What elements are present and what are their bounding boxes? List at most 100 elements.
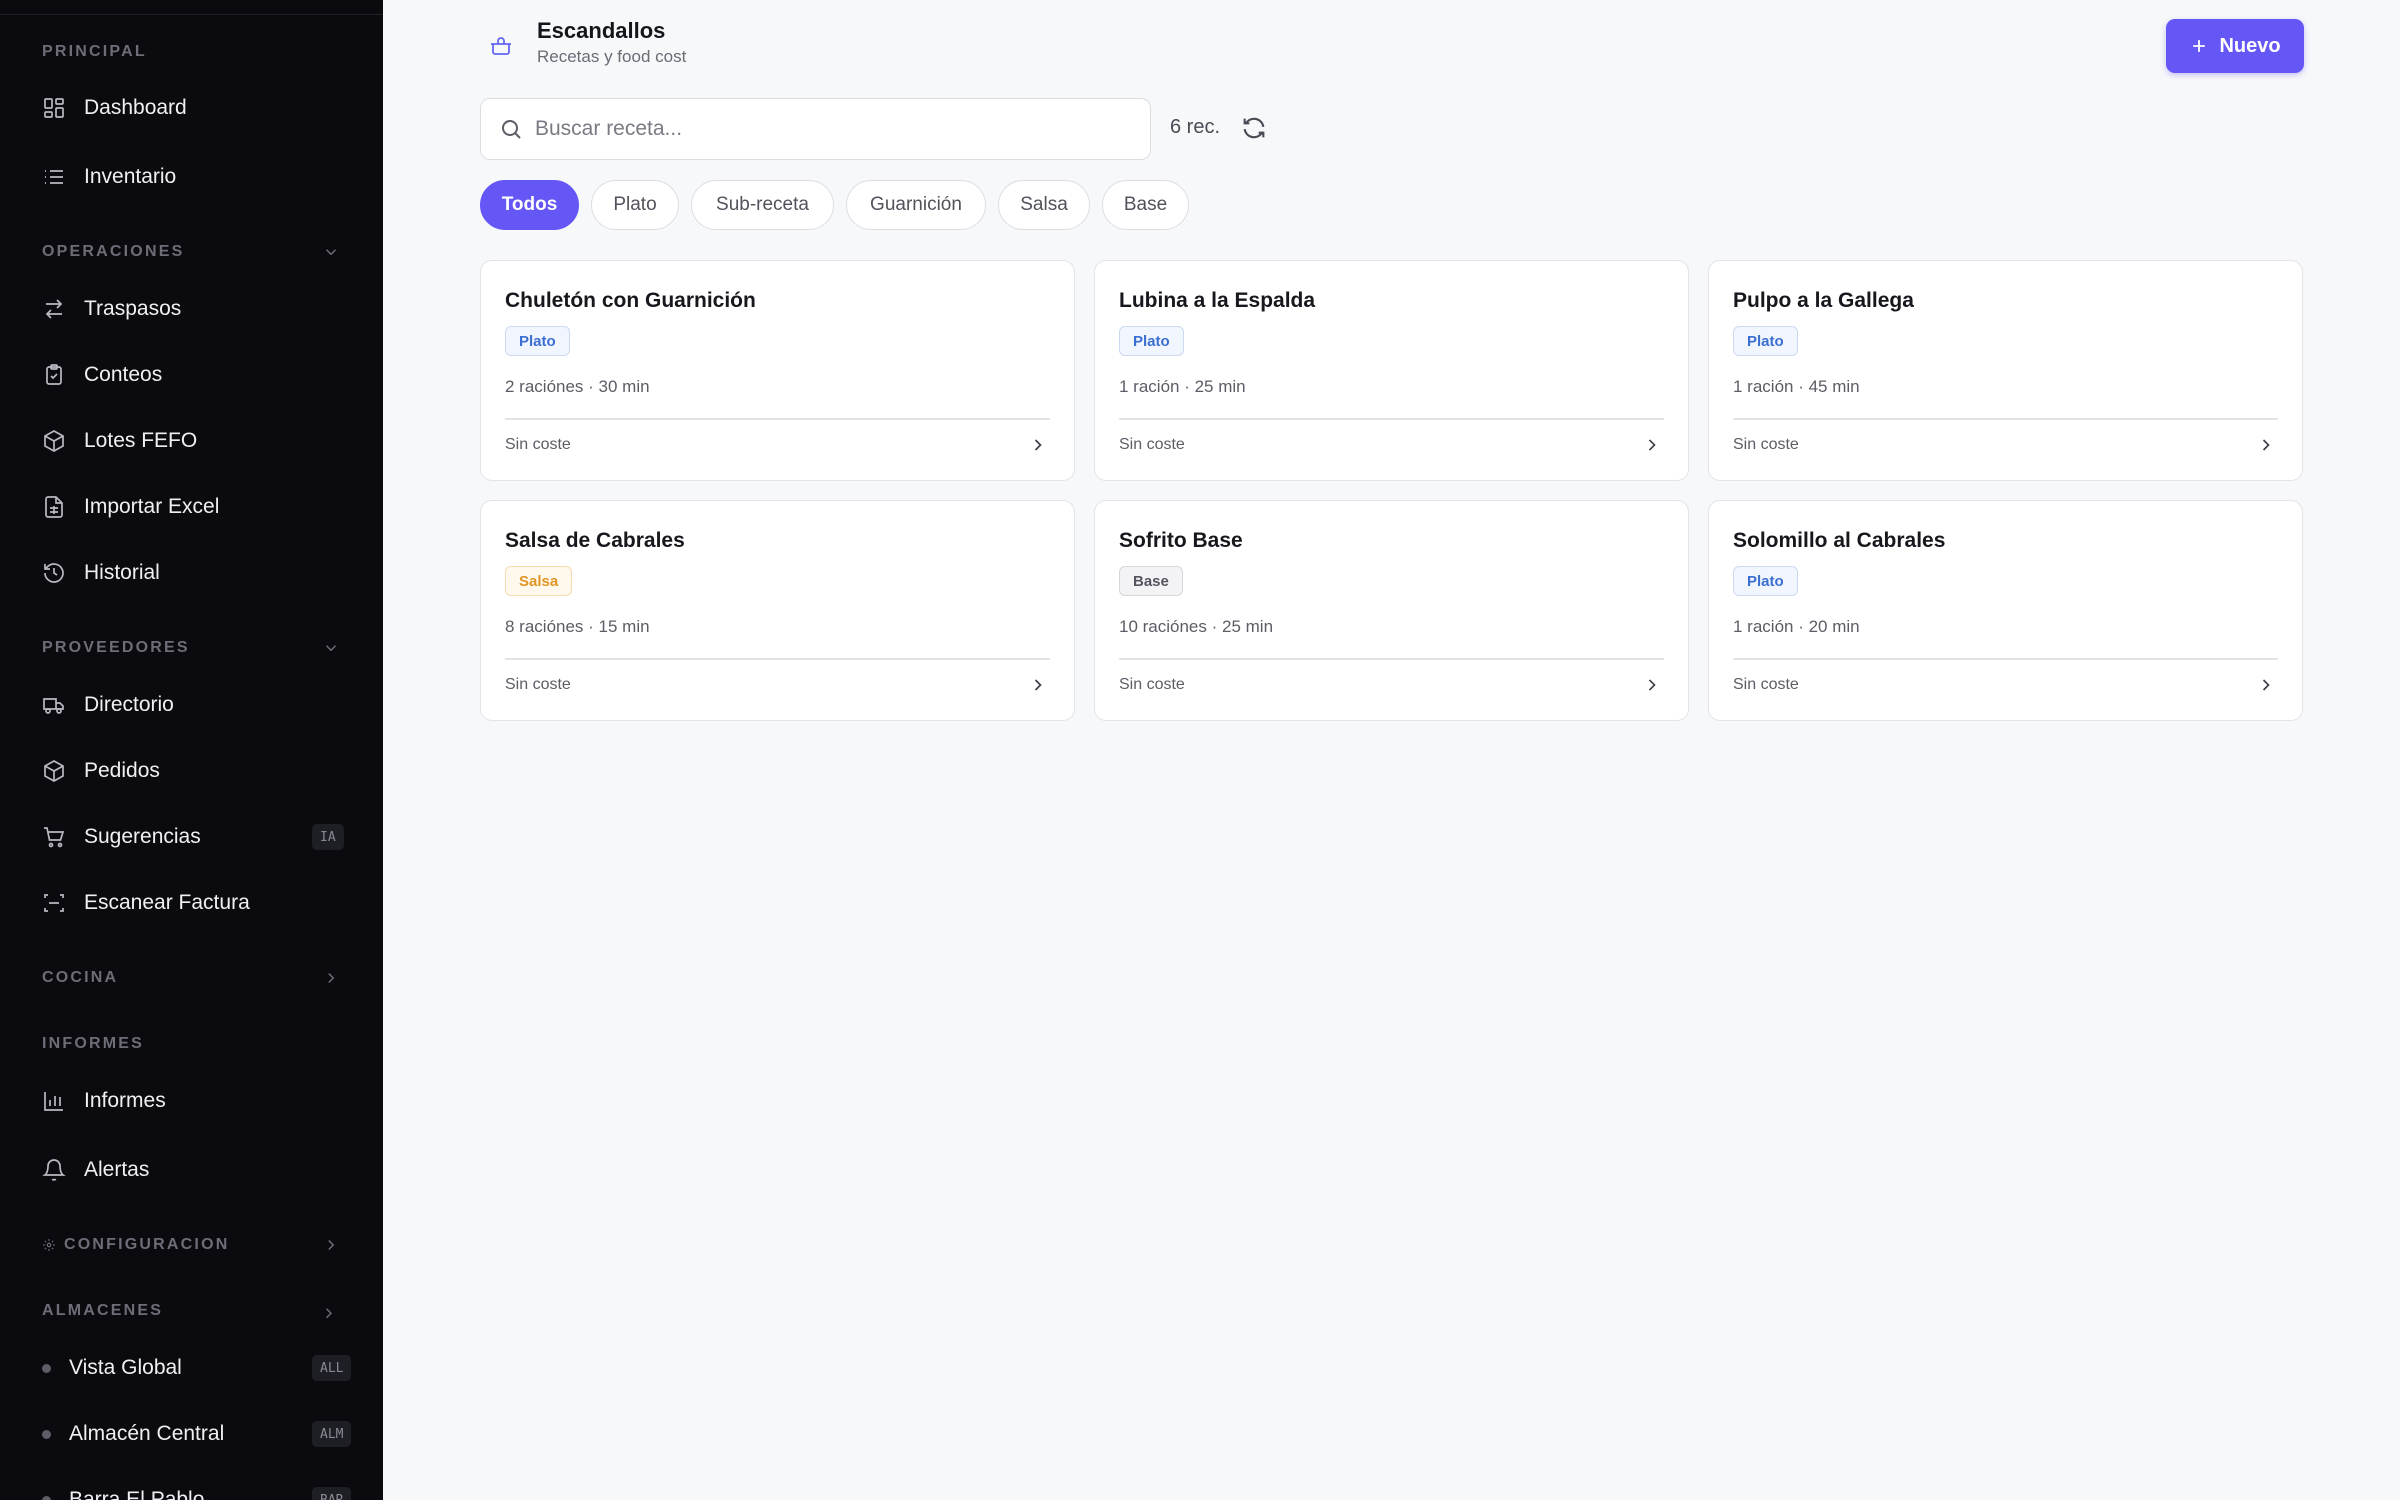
divider [1119, 418, 1664, 420]
list-icon [45, 170, 63, 184]
section-configuracion-label: CONFIGURACION [64, 1236, 230, 1253]
filter-chip-todos[interactable]: Todos [480, 180, 579, 230]
recipe-cost: Sin coste [505, 436, 571, 453]
recipe-type-badge: Plato [1733, 326, 1798, 356]
file-spreadsheet-icon [45, 496, 63, 518]
package-icon [44, 760, 64, 782]
dashboard-icon [44, 98, 64, 118]
warehouse-item[interactable]: Almacén Central ALM [0, 1408, 383, 1460]
sidebar-item-directorio[interactable]: Directorio [0, 679, 383, 731]
warehouse-code: BAR [312, 1487, 352, 1500]
plus-icon [2193, 40, 2206, 52]
warehouse-label: Barra El Pablo [69, 1488, 205, 1500]
warehouse-label: Vista Global [69, 1356, 182, 1379]
sidebar-item-informes[interactable]: Informes [0, 1075, 383, 1127]
status-dot [42, 1363, 51, 1373]
sidebar-item-alertas[interactable]: Alertas [0, 1144, 383, 1196]
truck-icon [43, 698, 64, 714]
divider [505, 658, 1050, 660]
chevron-right-icon [1034, 679, 1042, 691]
section-almacenes[interactable]: ALMACENES [42, 1302, 163, 1320]
recipe-card[interactable]: Salsa de Cabrales Salsa 8 raciónes · 15 … [480, 500, 1075, 721]
sidebar-item-label: Directorio [84, 693, 174, 716]
recipe-card[interactable]: Chuletón con Guarnición Plato 2 raciónes… [480, 260, 1075, 481]
sidebar-item-escanear[interactable]: Escanear Factura [0, 877, 383, 929]
new-button-label: Nuevo [2219, 34, 2281, 57]
section-cocina-label: COCINA [42, 969, 119, 986]
recipe-title: Pulpo a la Gallega [1733, 289, 1914, 312]
recipe-type-badge: Plato [1733, 566, 1798, 596]
recipe-cost: Sin coste [1119, 436, 1185, 453]
bar-chart-icon [44, 1092, 63, 1111]
recipe-type-badge: Base [1119, 566, 1183, 596]
arrows-exchange-icon [45, 299, 63, 319]
refresh-icon[interactable] [1240, 114, 1268, 142]
chevron-right-icon[interactable] [322, 969, 340, 987]
chip-label: Guarnición [870, 194, 962, 215]
chevron-right-icon[interactable] [322, 1236, 340, 1254]
sidebar: PRINCIPAL Dashboard Inventario OPERACION… [0, 0, 383, 1500]
sidebar-item-historial[interactable]: Historial [0, 547, 383, 599]
sidebar-item-label: Conteos [84, 363, 163, 386]
filter-chip-guarnicion[interactable]: Guarnición [846, 180, 986, 230]
recipe-type-badge: Plato [505, 326, 570, 356]
recipe-title: Lubina a la Espalda [1119, 289, 1316, 312]
filter-chip-salsa[interactable]: Salsa [998, 180, 1090, 230]
warehouse-code: ALL [312, 1355, 352, 1381]
recipe-title: Salsa de Cabrales [505, 529, 685, 552]
cooking-pot-icon [491, 37, 511, 55]
chip-label: Salsa [1020, 194, 1068, 215]
section-configuracion[interactable]: CONFIGURACION [42, 1236, 229, 1254]
recipe-card[interactable]: Solomillo al Cabrales Plato 1 ración · 2… [1708, 500, 2303, 721]
recipe-cost: Sin coste [505, 676, 571, 693]
sidebar-item-inventario[interactable]: Inventario [0, 151, 383, 203]
sidebar-item-label: Pedidos [84, 759, 160, 782]
warehouse-label: Almacén Central [69, 1422, 225, 1445]
record-count: 6 rec. [1170, 116, 1221, 138]
sidebar-item-sugerencias[interactable]: Sugerencias IA [0, 811, 383, 863]
divider [1119, 658, 1664, 660]
search-icon [502, 120, 521, 139]
section-cocina[interactable]: COCINA [42, 969, 118, 987]
recipe-card[interactable]: Pulpo a la Gallega Plato 1 ración · 45 m… [1708, 260, 2303, 481]
sidebar-item-conteos[interactable]: Conteos [0, 349, 383, 401]
search-input[interactable] [535, 99, 1136, 159]
status-dot [42, 1495, 51, 1500]
sidebar-item-importar[interactable]: Importar Excel [0, 481, 383, 533]
search-box[interactable] [480, 98, 1151, 160]
sidebar-item-label: Traspasos [84, 297, 182, 320]
sidebar-item-traspasos[interactable]: Traspasos [0, 283, 383, 335]
chevron-right-icon [1034, 439, 1042, 451]
sidebar-item-dashboard[interactable]: Dashboard [0, 82, 383, 134]
recipe-card[interactable]: Sofrito Base Base 10 raciónes · 25 min S… [1094, 500, 1689, 721]
chevron-down-icon[interactable] [322, 1302, 340, 1320]
recipe-card[interactable]: Lubina a la Espalda Plato 1 ración · 25 … [1094, 260, 1689, 481]
recipe-title: Chuletón con Guarnición [505, 289, 756, 312]
warehouse-item[interactable]: Barra El Pablo BAR [0, 1474, 383, 1500]
warehouse-item[interactable]: Vista Global ALL [0, 1342, 383, 1394]
sidebar-item-lotes[interactable]: Lotes FEFO [0, 415, 383, 467]
section-proveedores[interactable]: PROVEEDORES [42, 639, 190, 657]
filter-chip-sub-receta[interactable]: Sub-receta [691, 180, 834, 230]
filter-chip-plato[interactable]: Plato [591, 180, 679, 230]
section-operaciones[interactable]: OPERACIONES [42, 243, 184, 261]
divider [1733, 658, 2278, 660]
sidebar-item-label: Inventario [84, 165, 177, 188]
section-almacenes-label: ALMACENES [42, 1302, 164, 1319]
chevron-down-icon[interactable] [322, 639, 340, 657]
filter-chip-base[interactable]: Base [1102, 180, 1189, 230]
recipe-cost: Sin coste [1733, 436, 1799, 453]
section-informes: INFORMES [42, 1035, 144, 1053]
chip-label: Base [1123, 194, 1168, 215]
bell-icon [42, 1159, 66, 1181]
chip-label: Sub-receta [716, 194, 809, 215]
chevron-right-icon [2262, 439, 2270, 451]
section-proveedores-label: PROVEEDORES [42, 639, 190, 656]
recipe-meta: 1 ración · 25 min [1119, 377, 1246, 396]
new-recipe-button[interactable]: Nuevo [2166, 19, 2304, 73]
package-icon [44, 430, 64, 452]
divider [1733, 418, 2278, 420]
chevron-down-icon[interactable] [322, 243, 340, 261]
sidebar-item-pedidos[interactable]: Pedidos [0, 745, 383, 797]
recipe-meta: 2 raciónes · 30 min [505, 377, 650, 396]
